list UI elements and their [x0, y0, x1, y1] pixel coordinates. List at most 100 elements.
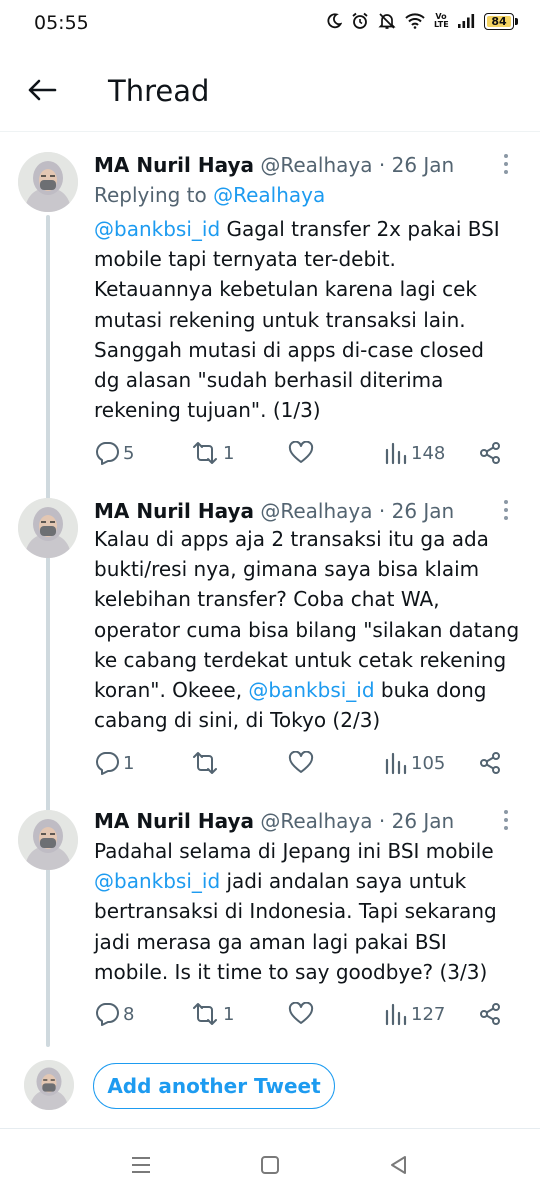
reply-button[interactable]: 1: [94, 748, 134, 778]
text-segment: koran". Okeee,: [94, 678, 249, 703]
reply-button[interactable]: 5: [94, 438, 134, 468]
share-button[interactable]: [478, 438, 502, 468]
status-bar: 05:55 Vo LTE 84: [0, 0, 540, 50]
author-handle[interactable]: @Realhaya: [260, 809, 372, 833]
retweet-icon: [190, 751, 220, 775]
tweet-date[interactable]: 26 Jan: [392, 499, 455, 523]
text-segment: Gagal transfer 2x pakai BSI: [220, 217, 500, 241]
tweet-text: Padahal selama di Jepang ini BSI mobile @…: [94, 836, 519, 987]
views-chart-icon: [384, 1002, 408, 1026]
text-segment: bertransaksi di Indonesia. Tapi sekarang: [94, 899, 497, 924]
author-name[interactable]: MA Nuril Haya: [94, 499, 254, 523]
share-icon: [478, 441, 502, 465]
mention-link[interactable]: @bankbsi_id: [94, 217, 220, 241]
views-chart-icon: [384, 751, 408, 775]
heart-icon: [288, 441, 314, 465]
tweet-text-line: mobile. Is it time to say goodbye? (3/3): [94, 957, 519, 987]
views-count: 127: [411, 1003, 446, 1025]
replying-to-handle[interactable]: @Realhaya: [213, 183, 325, 207]
tweet-text-line: Sanggah mutasi di apps di-case closed: [94, 335, 519, 365]
mention-link[interactable]: @bankbsi_id: [248, 678, 374, 702]
share-button[interactable]: [478, 999, 502, 1029]
header-divider: [0, 131, 540, 132]
tweet-date[interactable]: 26 Jan: [392, 809, 455, 833]
recent-apps-button[interactable]: [126, 1152, 156, 1182]
text-segment: ke cabang terdekat untuk cetak rekening: [94, 647, 507, 672]
like-button[interactable]: [288, 999, 314, 1029]
retweet-button[interactable]: 1: [190, 999, 234, 1029]
menu-icon: [130, 1155, 152, 1179]
more-options-button[interactable]: [496, 808, 516, 832]
author-handle[interactable]: @Realhaya: [260, 153, 372, 177]
tweet-actions: 5 1 148: [94, 438, 514, 468]
text-segment: rekening tujuan". (1/3): [94, 398, 321, 423]
tweet-header: MA Nuril Haya @Realhaya · 26 Jan: [94, 808, 454, 834]
views-count: 105: [411, 752, 446, 774]
text-segment: kelebihan transfer? Coba chat WA,: [94, 587, 440, 612]
arrow-left-icon: [27, 78, 57, 106]
back-button[interactable]: [22, 72, 62, 112]
retweet-icon: [190, 1002, 220, 1026]
like-button[interactable]: [288, 438, 314, 468]
author-name[interactable]: MA Nuril Haya: [94, 809, 254, 833]
views-button[interactable]: 148: [384, 438, 445, 468]
add-another-tweet-button[interactable]: Add another Tweet: [93, 1063, 335, 1109]
author-handle[interactable]: @Realhaya: [260, 499, 372, 523]
tweet-3[interactable]: MA Nuril Haya @Realhaya · 26 Jan Padahal…: [0, 808, 540, 1038]
tweet-text-line: Padahal selama di Jepang ini BSI mobile: [94, 836, 519, 866]
tweet-text-line: Kalau di apps aja 2 transaksi itu ga ada: [94, 524, 519, 554]
views-count: 148: [411, 442, 446, 464]
tweet-1[interactable]: MA Nuril Haya @Realhaya · 26 Jan Replyin…: [0, 152, 540, 472]
tweet-2[interactable]: MA Nuril Haya @Realhaya · 26 Jan Kalau d…: [0, 498, 540, 788]
header: Thread: [0, 58, 540, 128]
text-segment: operator cuma bisa bilang "silakan datan…: [94, 617, 520, 642]
alarm-icon: [351, 12, 369, 30]
wifi-icon: [405, 13, 425, 29]
tweet-text-line: koran". Okeee, @bankbsi_id buka dong: [94, 675, 519, 705]
text-segment: mobile tapi ternyata ter-debit.: [94, 247, 396, 272]
reply-button[interactable]: 8: [94, 999, 134, 1029]
retweet-button[interactable]: 1: [190, 438, 234, 468]
tweet-text-line: kelebihan transfer? Coba chat WA,: [94, 584, 519, 614]
back-triangle-icon: [389, 1155, 409, 1179]
tweet-text-line: @bankbsi_id Gagal transfer 2x pakai BSI: [94, 214, 519, 244]
tweet-text-line: Ketauannya kebetulan karena lagi cek: [94, 274, 519, 304]
tweet-text-line: dg alasan "sudah berhasil diterima: [94, 365, 519, 395]
battery-icon: 84: [484, 12, 518, 30]
avatar[interactable]: [18, 152, 78, 212]
replying-to-label: Replying to: [94, 183, 214, 207]
tweet-date[interactable]: 26 Jan: [392, 153, 455, 177]
share-button[interactable]: [478, 748, 502, 778]
views-chart-icon: [384, 441, 408, 465]
tweet-text-line: operator cuma bisa bilang "silakan datan…: [94, 615, 519, 645]
retweet-button[interactable]: [190, 748, 223, 778]
meta-separator: ·: [372, 153, 392, 177]
mention-link[interactable]: @bankbsi_id: [94, 869, 220, 893]
home-square-icon: [260, 1155, 280, 1179]
retweet-icon: [190, 441, 220, 465]
share-icon: [478, 751, 502, 775]
more-options-button[interactable]: [496, 498, 516, 522]
system-back-button[interactable]: [384, 1152, 414, 1182]
more-vertical-icon: [496, 810, 516, 836]
battery-level-text: 84: [491, 14, 507, 28]
tweet-text-line: mutasi rekening untuk transaksi lain.: [94, 305, 519, 335]
text-segment: buka dong: [374, 678, 487, 703]
avatar[interactable]: [18, 810, 78, 870]
reply-count: 8: [123, 1003, 135, 1025]
views-button[interactable]: 127: [384, 999, 445, 1029]
mute-icon: [378, 12, 396, 30]
author-name[interactable]: MA Nuril Haya: [94, 153, 254, 177]
views-button[interactable]: 105: [384, 748, 445, 778]
text-segment: mutasi rekening untuk transaksi lain.: [94, 307, 466, 332]
tweet-header: MA Nuril Haya @Realhaya · 26 Jan: [94, 152, 454, 178]
avatar[interactable]: [18, 498, 78, 558]
tweet-header: MA Nuril Haya @Realhaya · 26 Jan: [94, 498, 454, 524]
tweet-text-line: mobile tapi ternyata ter-debit.: [94, 244, 519, 274]
meta-separator: ·: [372, 809, 392, 833]
compose-avatar: [24, 1060, 74, 1110]
more-options-button[interactable]: [496, 152, 516, 176]
moon-icon: [326, 13, 342, 29]
like-button[interactable]: [288, 748, 314, 778]
home-button[interactable]: [255, 1152, 285, 1182]
